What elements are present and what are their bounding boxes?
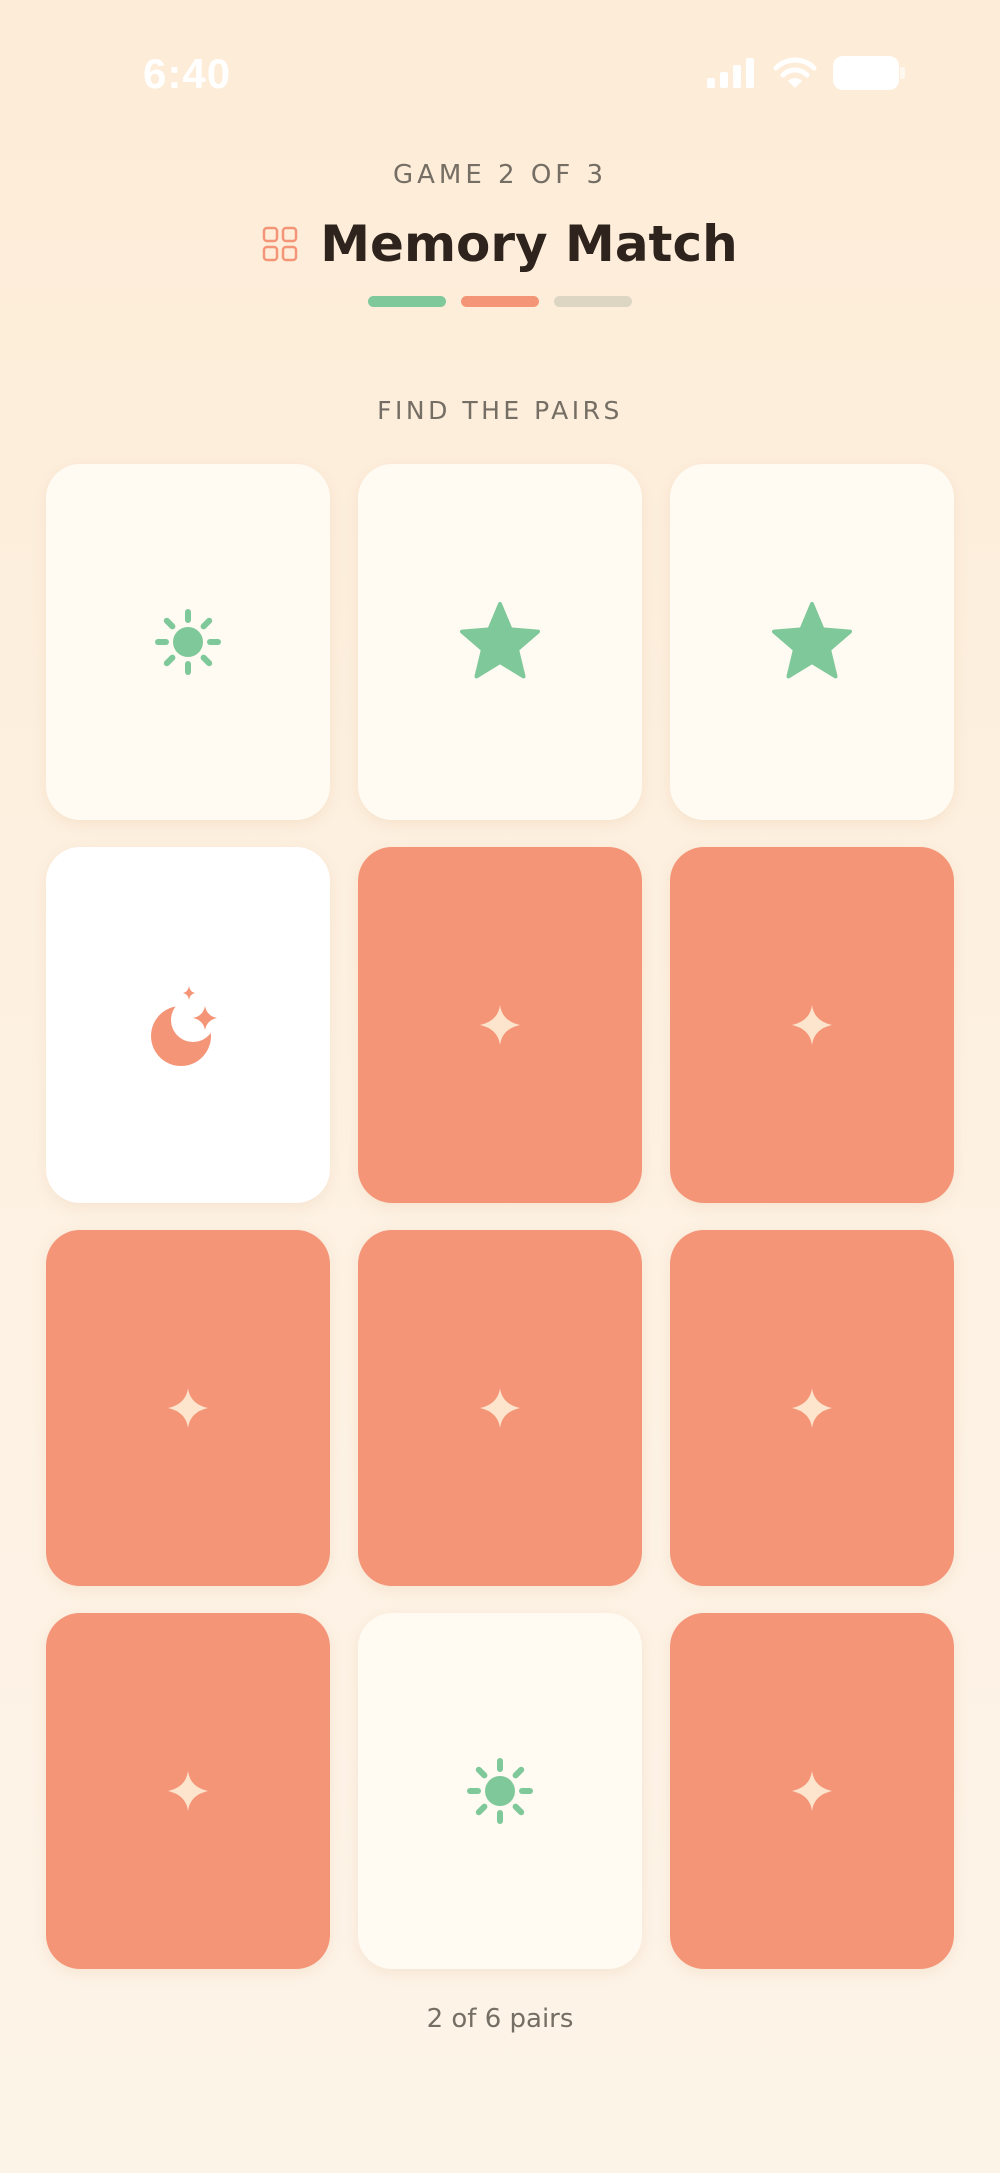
star-icon [770, 600, 854, 684]
sparkle-icon [478, 1003, 522, 1047]
sparkle-icon [790, 1769, 834, 1813]
memory-card-12[interactable] [670, 1613, 954, 1969]
status-bar: 6:40 [0, 0, 1000, 150]
star-icon [458, 600, 542, 684]
signal-icon [707, 58, 757, 88]
wifi-icon [773, 57, 817, 89]
page-title: Memory Match [320, 215, 738, 273]
memory-card-1[interactable] [46, 464, 330, 820]
grid-icon [262, 226, 298, 262]
sun-icon [148, 602, 228, 682]
game-progress-label: GAME 2 OF 3 [392, 160, 608, 190]
memory-card-4[interactable] [46, 847, 330, 1203]
sparkle-icon [790, 1386, 834, 1430]
sun-icon [460, 1751, 540, 1831]
memory-card-8[interactable] [358, 1230, 642, 1586]
memory-card-7[interactable] [46, 1230, 330, 1586]
game-progress-bar [0, 296, 1000, 307]
pairs-counter: 2 of 6 pairs [426, 2004, 574, 2034]
progress-segment-3 [554, 296, 632, 307]
moon-stars-icon [143, 980, 233, 1070]
battery-icon [833, 56, 905, 90]
progress-segment-2 [461, 296, 539, 307]
sparkle-icon [478, 1386, 522, 1430]
memory-card-5[interactable] [358, 847, 642, 1203]
memory-card-2[interactable] [358, 464, 642, 820]
title-row: Memory Match [0, 215, 1000, 273]
card-grid [46, 464, 954, 1969]
memory-card-10[interactable] [46, 1613, 330, 1969]
sparkle-icon [790, 1003, 834, 1047]
memory-card-11[interactable] [358, 1613, 642, 1969]
sparkle-icon [166, 1769, 210, 1813]
memory-card-3[interactable] [670, 464, 954, 820]
memory-card-6[interactable] [670, 847, 954, 1203]
progress-segment-1 [368, 296, 446, 307]
instruction-label: FIND THE PAIRS [377, 396, 623, 425]
sparkle-icon [166, 1386, 210, 1430]
status-icons [707, 56, 905, 90]
memory-card-9[interactable] [670, 1230, 954, 1586]
status-time: 6:40 [143, 50, 232, 97]
